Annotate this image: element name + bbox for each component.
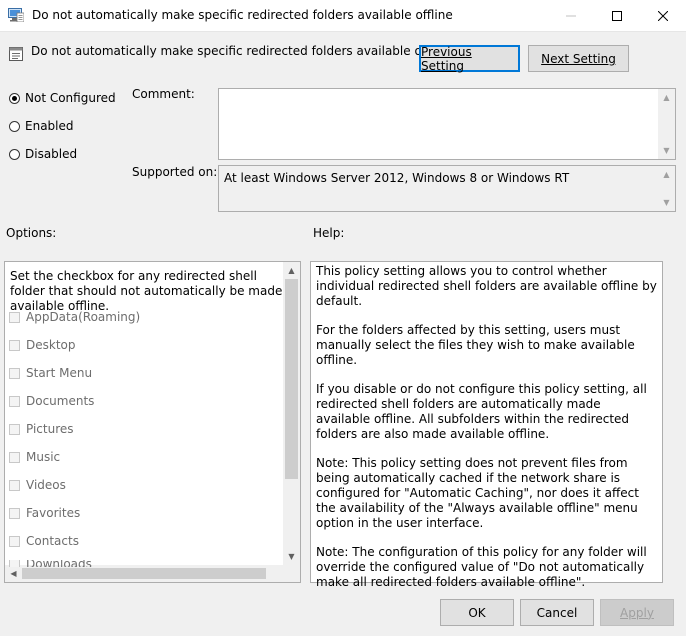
apply-label: Apply [620,605,654,620]
folder-checkbox-row[interactable]: AppData(Roaming) [9,308,140,326]
window-title: Do not automatically make specific redir… [32,8,453,22]
folder-label: Favorites [26,506,81,520]
previous-setting-label: Previous Setting [421,44,472,73]
folder-label: Videos [26,478,66,492]
close-icon [658,10,668,21]
folder-label: Desktop [26,338,76,352]
radio-indicator [9,148,20,160]
ok-button[interactable]: OK [440,599,514,626]
next-setting-label: Next Setting [541,51,616,66]
cancel-button[interactable]: Cancel [520,599,594,626]
supported-on-scrollbar[interactable]: ▲ ▼ [658,166,675,211]
policy-setting-icon [9,47,23,61]
checkbox-box [9,507,20,519]
help-text: This policy setting allows you to contro… [316,264,658,604]
radio-enabled[interactable]: Enabled [9,117,74,135]
radio-label-not-configured: Not Configured [25,91,116,105]
scroll-down-icon[interactable]: ▼ [658,194,675,211]
cancel-label: Cancel [536,605,578,620]
radio-label-enabled: Enabled [25,119,74,133]
folder-label: Start Menu [26,366,93,380]
checkbox-box [9,395,20,407]
folder-label: Music [26,450,61,464]
help-panel: This policy setting allows you to contro… [310,261,663,589]
folder-checkbox-row[interactable]: Contacts [9,532,79,550]
scroll-up-icon[interactable]: ▲ [658,166,675,183]
scroll-down-icon[interactable]: ▼ [283,548,300,565]
group-policy-icon [8,8,24,22]
minimize-button[interactable] [548,0,594,31]
folder-checkbox-row[interactable]: Pictures [9,420,74,438]
options-label: Options: [6,226,57,240]
options-hscrollbar[interactable]: ◀ [5,565,285,582]
maximize-icon [612,10,622,21]
scroll-right-icon[interactable] [266,565,283,582]
radio-indicator [9,92,20,104]
folder-checkbox-row[interactable]: Music [9,448,60,466]
checkbox-box [9,423,20,435]
help-paragraph: Note: The configuration of this policy f… [316,545,647,589]
folder-checkbox-row[interactable]: Videos [9,476,66,494]
scroll-corner [283,565,300,582]
radio-disabled[interactable]: Disabled [9,145,77,163]
scroll-up-icon[interactable]: ▲ [658,89,675,106]
comment-label: Comment: [132,87,195,101]
policy-title: Do not automatically make specific redir… [31,44,452,58]
radio-indicator [9,120,20,132]
checkbox-box [9,339,20,351]
checkbox-box [9,451,20,463]
close-button[interactable] [640,0,686,31]
help-paragraph: If you disable or do not configure this … [316,382,647,441]
supported-on-label: Supported on: [132,165,218,179]
help-paragraph: For the folders affected by this setting… [316,323,635,367]
minimize-icon [566,15,576,16]
help-paragraph: This policy setting allows you to contro… [316,264,657,308]
folder-checkbox-row[interactable]: Documents [9,392,94,410]
previous-setting-button[interactable]: Previous Setting [419,44,520,73]
folder-checkbox-row[interactable]: Start Menu [9,364,92,382]
checkbox-box [9,535,20,547]
checkbox-box [9,560,20,567]
help-label: Help: [313,226,345,240]
ok-label: OK [468,605,486,620]
supported-on-textbox: At least Windows Server 2012, Windows 8 … [218,165,676,212]
radio-not-configured[interactable]: Not Configured [9,89,116,107]
options-hscroll-thumb[interactable] [22,568,278,579]
folder-label: Pictures [26,422,74,436]
folder-checkbox-row[interactable]: Favorites [9,504,80,522]
comment-textbox[interactable]: ▲ ▼ [218,88,676,160]
scroll-up-icon[interactable]: ▲ [283,262,300,279]
options-vscroll-thumb[interactable] [285,279,298,479]
scroll-down-icon[interactable]: ▼ [658,142,675,159]
folder-label: Contacts [26,534,79,548]
apply-button[interactable]: Apply [600,599,674,626]
maximize-button[interactable] [594,0,640,31]
options-vscrollbar[interactable]: ▲ ▼ [283,262,300,565]
help-paragraph: Note: This policy setting does not preve… [316,456,639,530]
next-setting-button[interactable]: Next Setting [528,45,629,72]
checkbox-box [9,367,20,379]
folder-label: Documents [26,394,95,408]
supported-on-value: At least Windows Server 2012, Windows 8 … [224,171,570,185]
radio-label-disabled: Disabled [25,147,78,161]
checkbox-box [9,311,20,323]
folder-label: AppData(Roaming) [26,310,141,324]
folder-label: Downloads [26,560,92,567]
title-bar: Do not automatically make specific redir… [0,0,686,32]
scroll-left-icon[interactable]: ◀ [5,565,22,582]
comment-scrollbar[interactable]: ▲ ▼ [658,89,675,159]
checkbox-box [9,479,20,491]
folder-checkbox-row[interactable]: Desktop [9,336,76,354]
folder-checkbox-row[interactable]: Downloads [9,560,92,567]
